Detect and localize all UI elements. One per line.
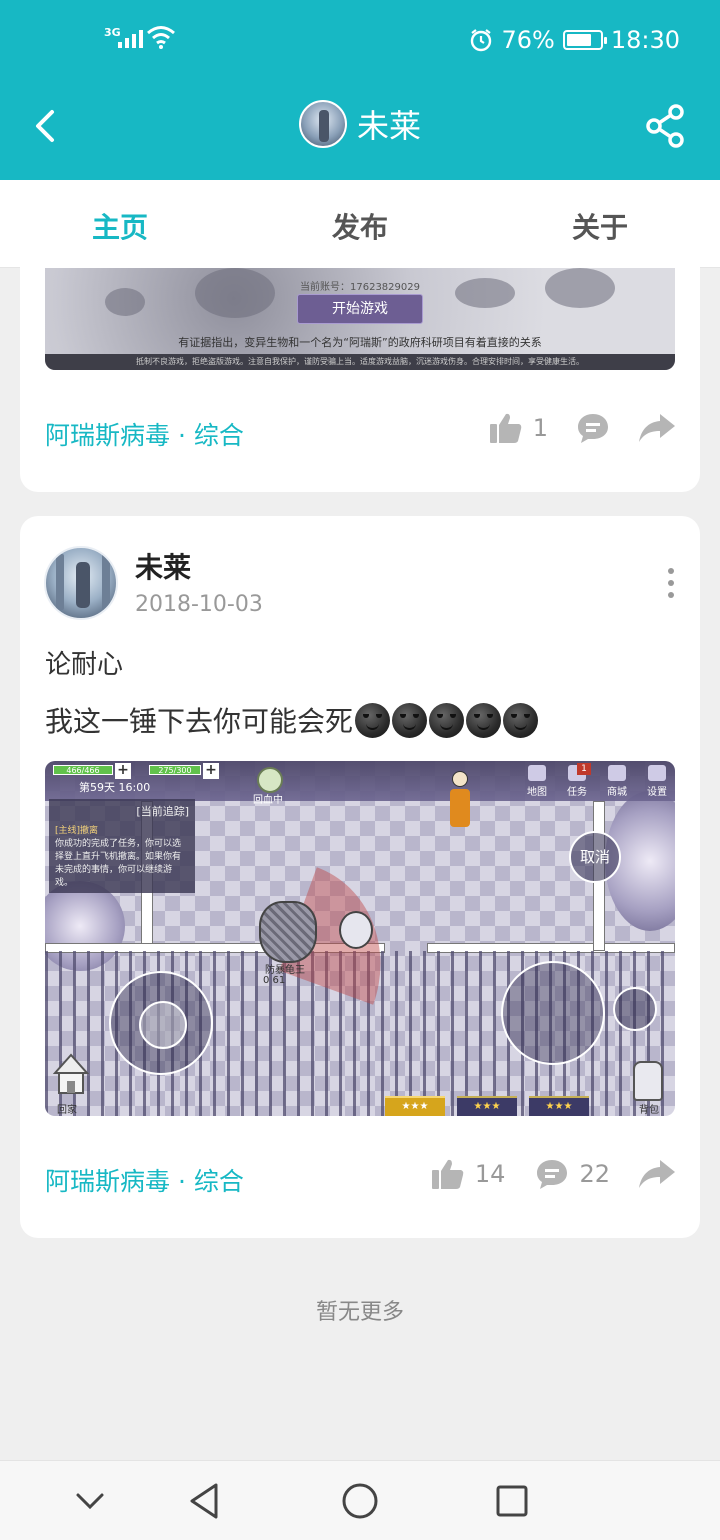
like-count: 14 (474, 1160, 506, 1188)
comment-icon (537, 1160, 568, 1189)
smirk-emoji-icon (355, 702, 391, 738)
quest-panel: [当前追踪] [主线]撤离 你成功的完成了任务，你可以选择登上直升飞机撤离。如果… (49, 799, 195, 893)
post-actions: 14 22 (431, 1158, 676, 1190)
settings-icon: 设置 (647, 765, 667, 798)
weapon-slot: ★★★ (529, 1096, 589, 1116)
forward-button[interactable] (638, 413, 676, 443)
weapon-slot: ★★★ (385, 1096, 445, 1116)
boss-stats: 0 61 (263, 975, 286, 986)
thumbs-up-icon (489, 413, 521, 443)
status-bar: 3G 76% 18:30 (0, 0, 720, 84)
post-tag[interactable]: 阿瑞斯病毒 · 综合 (45, 416, 244, 452)
no-more-text: 暂无更多 (315, 1300, 404, 1325)
joystick (109, 971, 213, 1075)
revive-label: 回血中 (253, 795, 283, 806)
home-circle-icon[interactable] (338, 1479, 382, 1523)
plus-icon: + (203, 763, 219, 779)
recents-square-icon[interactable] (490, 1479, 534, 1523)
share-button[interactable] (646, 104, 686, 148)
home-label: 回家 (57, 1105, 77, 1116)
alarm-icon (471, 29, 492, 52)
post-card: 当前账号：17623829029 开始游戏 有证据指出，变异生物和一个名为“阿瑞… (20, 240, 700, 492)
health-notice: 抵制不良游戏，拒绝盗版游戏。注意自我保护，谨防受骗上当。适度游戏益脑，沉迷游戏伤… (45, 354, 675, 370)
wifi-icon (147, 26, 175, 49)
cancel-label: 取消 (569, 831, 621, 883)
signal-icon (118, 30, 143, 48)
quest-header: [当前追踪] (136, 805, 189, 818)
quest-text: 你成功的完成了任务，你可以选择登上直升飞机撤离。如果你有未完成的事情，你可以继续… (55, 839, 182, 888)
battery-percent: 76% (501, 26, 555, 54)
post-actions: 1 (489, 412, 676, 444)
account-text: 当前账号：17623829029 (300, 282, 420, 293)
comment-button[interactable] (576, 412, 610, 444)
hp-bar: 466/466 (53, 765, 113, 775)
emoji-group (355, 702, 539, 738)
post-tag[interactable]: 阿瑞斯病毒 · 综合 (45, 1162, 244, 1198)
smirk-emoji-icon (503, 702, 539, 738)
game-day: 第59天 16:00 (79, 781, 151, 794)
post-title: 论耐心 (45, 650, 124, 680)
title-bar: 未莱 (0, 84, 720, 180)
comment-count: 22 (579, 1160, 610, 1188)
npc-figure (449, 771, 471, 829)
game-menu: 地图 任务 商城 设置 (527, 765, 667, 798)
more-options-icon[interactable] (668, 568, 674, 598)
weapon-slot: ★★★ (457, 1096, 517, 1116)
task-badge: 1 (577, 763, 591, 775)
post-date: 2018-10-03 (135, 592, 263, 617)
smirk-emoji-icon (466, 702, 502, 738)
skill-button-area (613, 987, 657, 1031)
attack-button-area (501, 961, 605, 1065)
title-group: 未莱 (0, 100, 720, 148)
boss-name: 防暴龟王 (265, 965, 305, 976)
map-icon: 地图 (527, 765, 547, 798)
mp-bar: 275/300 (149, 765, 201, 775)
page-title: 未莱 (356, 107, 421, 145)
author-avatar[interactable] (44, 546, 118, 620)
like-button[interactable]: 14 (431, 1158, 506, 1190)
status-right: 76% 18:30 (469, 26, 680, 54)
chevron-down-icon[interactable] (68, 1479, 112, 1523)
story-text: 有证据指出，变异生物和一个名为“阿瑞斯”的政府科研项目有着直接的关系 (178, 336, 542, 349)
forward-button[interactable] (638, 1159, 676, 1189)
author-name[interactable]: 未莱 (135, 546, 191, 586)
avatar (298, 100, 347, 148)
post-image[interactable]: 466/466 + 275/300 + 第59天 16:00 回血中 地图 任务… (45, 761, 675, 1116)
skull-icon (257, 767, 283, 793)
like-button[interactable]: 1 (489, 412, 548, 444)
like-count: 1 (532, 414, 548, 442)
battery-icon (562, 30, 607, 50)
smirk-emoji-icon (392, 702, 428, 738)
weapon-slots: ★★★ ★★★ ★★★ (385, 1096, 589, 1116)
comment-button[interactable]: 22 (535, 1158, 610, 1190)
system-nav-bar (0, 1460, 720, 1540)
post-body: 我这一锤下去你可能会死 (45, 700, 539, 740)
shop-icon: 商城 (607, 765, 627, 798)
post-image[interactable]: 当前账号：17623829029 开始游戏 有证据指出，变异生物和一个名为“阿瑞… (45, 268, 675, 370)
player-hero (339, 911, 373, 949)
start-game-label: 开始游戏 (297, 294, 423, 324)
post-card: 未莱 2018-10-03 论耐心 我这一锤下去你可能会死 466/466 + … (20, 516, 700, 1238)
back-triangle-icon[interactable] (184, 1479, 228, 1523)
app-header: 3G 76% 18:30 未莱 (0, 0, 720, 180)
backpack-icon (633, 1061, 663, 1101)
smirk-emoji-icon (429, 702, 465, 738)
post-text: 我这一锤下去你可能会死 (45, 705, 354, 738)
thumbs-up-icon (431, 1159, 464, 1189)
quest-title: [主线]撤离 (55, 826, 99, 836)
boss-turtle (259, 901, 317, 963)
clock: 18:30 (610, 26, 680, 54)
house-icon (53, 1053, 89, 1094)
bag-label: 背包 (639, 1105, 659, 1116)
plus-icon: + (115, 763, 131, 779)
